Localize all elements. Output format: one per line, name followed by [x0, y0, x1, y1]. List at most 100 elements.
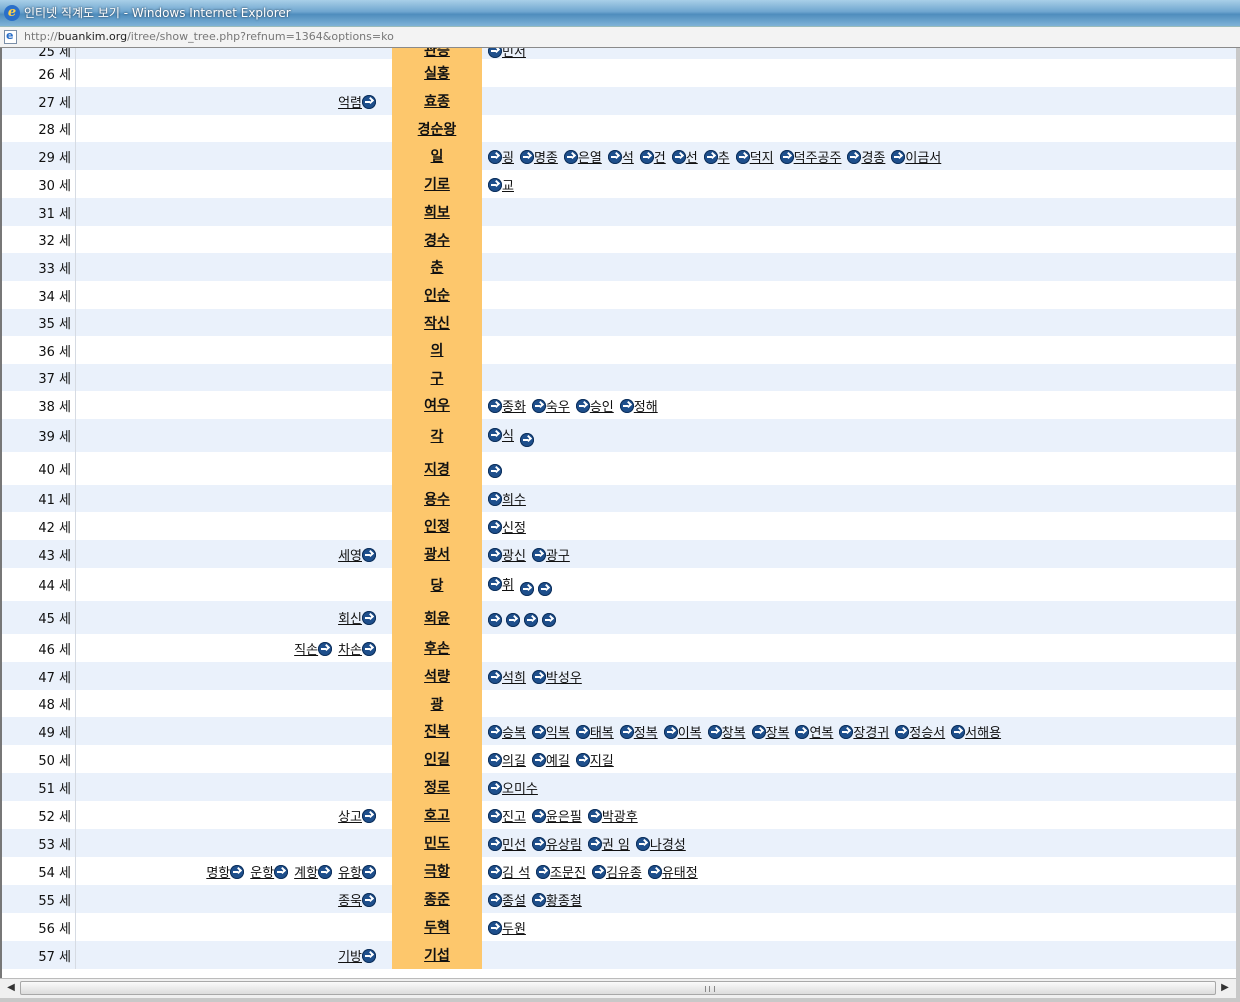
child-link[interactable]: 건	[639, 147, 666, 166]
right-arrow-circle-icon[interactable]	[230, 864, 245, 879]
right-arrow-circle-icon[interactable]	[587, 836, 602, 851]
right-arrow-circle-icon[interactable]	[531, 752, 546, 767]
child-link[interactable]: 덕주공주	[779, 147, 841, 166]
sibling-name[interactable]: 세영	[338, 549, 362, 564]
child-name[interactable]: 건	[654, 151, 666, 166]
child-name[interactable]: 연복	[809, 726, 833, 741]
child-link[interactable]	[488, 609, 502, 627]
child-name[interactable]: 권 임	[602, 838, 630, 853]
child-name[interactable]: 정복	[634, 726, 658, 741]
sibling-name[interactable]: 회신	[338, 612, 362, 627]
child-link[interactable]: 예길	[531, 750, 570, 769]
child-name[interactable]: 이복	[678, 726, 702, 741]
ancestor-name-link[interactable]: 정로	[424, 777, 450, 797]
child-name[interactable]: 추	[718, 151, 730, 166]
right-arrow-circle-icon[interactable]	[488, 892, 502, 907]
ancestor-name-link[interactable]: 여우	[424, 395, 450, 415]
child-name[interactable]: 휘	[502, 578, 514, 593]
child-link[interactable]: 승인	[575, 396, 614, 415]
sibling-name[interactable]: 운항	[250, 866, 274, 881]
right-arrow-circle-icon[interactable]	[488, 864, 502, 879]
child-name[interactable]: 박성우	[546, 671, 582, 686]
child-name[interactable]: 종화	[502, 400, 526, 415]
ancestor-name-link[interactable]: 기로	[424, 174, 450, 194]
sibling-link[interactable]: 운항	[250, 862, 289, 881]
child-link[interactable]: 지길	[575, 750, 614, 769]
sibling-link[interactable]: 기방	[338, 946, 376, 965]
right-arrow-circle-icon[interactable]	[488, 576, 502, 591]
right-arrow-circle-icon[interactable]	[536, 864, 551, 879]
child-link[interactable]: 종설	[488, 890, 526, 909]
child-link[interactable]: 추	[703, 147, 730, 166]
child-name[interactable]: 박광후	[602, 810, 638, 825]
right-arrow-circle-icon[interactable]	[362, 892, 376, 907]
child-link[interactable]: 은열	[563, 147, 602, 166]
child-link[interactable]: 장경귀	[839, 722, 889, 741]
right-arrow-circle-icon[interactable]	[362, 948, 376, 963]
child-name[interactable]: 식	[502, 429, 514, 444]
child-name[interactable]: 오미수	[502, 782, 538, 797]
sibling-link[interactable]: 종욱	[338, 890, 376, 909]
child-name[interactable]: 민서	[502, 48, 526, 60]
right-arrow-circle-icon[interactable]	[951, 724, 966, 739]
child-name[interactable]: 김 석	[502, 866, 530, 881]
right-arrow-circle-icon[interactable]	[542, 612, 556, 627]
right-arrow-circle-icon[interactable]	[488, 398, 502, 413]
ancestor-name-link[interactable]: 광서	[424, 544, 450, 564]
ancestor-name-link[interactable]: 지경	[424, 459, 450, 479]
child-link[interactable]: 의길	[488, 750, 526, 769]
child-link[interactable]: 장복	[751, 722, 789, 741]
right-arrow-circle-icon[interactable]	[795, 724, 810, 739]
right-arrow-circle-icon[interactable]	[635, 836, 650, 851]
child-name[interactable]: 경종	[861, 151, 885, 166]
child-link[interactable]	[524, 609, 538, 627]
scroll-left-icon[interactable]: ◀	[4, 981, 18, 995]
ancestor-name-link[interactable]: 효종	[424, 91, 450, 111]
right-arrow-circle-icon[interactable]	[488, 463, 502, 478]
child-name[interactable]: 조문진	[550, 866, 586, 881]
child-link[interactable]: 유태정	[647, 862, 698, 881]
sibling-link[interactable]: 명항	[206, 862, 245, 881]
right-arrow-circle-icon[interactable]	[488, 492, 502, 506]
right-arrow-circle-icon[interactable]	[531, 724, 546, 739]
child-link[interactable]: 권 임	[587, 834, 630, 853]
right-arrow-circle-icon[interactable]	[488, 519, 502, 534]
ancestor-name-link[interactable]: 종준	[424, 889, 450, 909]
child-name[interactable]: 승인	[590, 400, 614, 415]
sibling-link[interactable]: 회신	[338, 608, 376, 627]
child-link[interactable]: 조문진	[536, 862, 586, 881]
right-arrow-circle-icon[interactable]	[619, 398, 634, 413]
child-link[interactable]: 광구	[531, 545, 570, 564]
child-link[interactable]: 종화	[488, 396, 526, 415]
child-link[interactable]: 서해용	[951, 722, 1001, 741]
right-arrow-circle-icon[interactable]	[663, 724, 678, 739]
right-arrow-circle-icon[interactable]	[488, 149, 502, 164]
child-name[interactable]: 덕지	[750, 151, 774, 166]
child-link[interactable]: 박광후	[587, 806, 638, 825]
horizontal-scrollbar[interactable]: ◀ ▶	[0, 978, 1236, 998]
child-link[interactable]	[542, 609, 556, 627]
right-arrow-circle-icon[interactable]	[488, 920, 502, 935]
child-name[interactable]: 장경귀	[853, 726, 889, 741]
ancestor-name-link[interactable]: 당	[431, 575, 444, 595]
child-name[interactable]: 은열	[578, 151, 602, 166]
right-arrow-circle-icon[interactable]	[488, 669, 502, 684]
right-arrow-circle-icon[interactable]	[575, 752, 590, 767]
child-link[interactable]: 굉	[488, 147, 514, 166]
child-link[interactable]: 정승서	[895, 722, 945, 741]
right-arrow-circle-icon[interactable]	[362, 641, 376, 656]
child-link[interactable]: 희수	[488, 489, 526, 508]
ancestor-name-link[interactable]: 일	[431, 146, 444, 166]
child-link[interactable]: 황종철	[531, 890, 582, 909]
right-arrow-circle-icon[interactable]	[563, 149, 578, 164]
child-name[interactable]: 유태정	[662, 866, 698, 881]
child-link[interactable]: 민선	[488, 834, 526, 853]
sibling-link[interactable]: 직손	[294, 639, 333, 658]
child-link[interactable]: 윤은필	[531, 806, 582, 825]
child-link[interactable]: 연복	[795, 722, 833, 741]
right-arrow-circle-icon[interactable]	[639, 149, 654, 164]
right-arrow-circle-icon[interactable]	[707, 724, 722, 739]
right-arrow-circle-icon[interactable]	[362, 808, 376, 823]
page-content[interactable]: 25 세 관승 민서 26 세 실홍 27 세 억렴 효종 28 세 경순왕 29 세 일 굉 명종 은열 석…	[0, 48, 1236, 978]
child-link[interactable]: 정해	[619, 396, 658, 415]
